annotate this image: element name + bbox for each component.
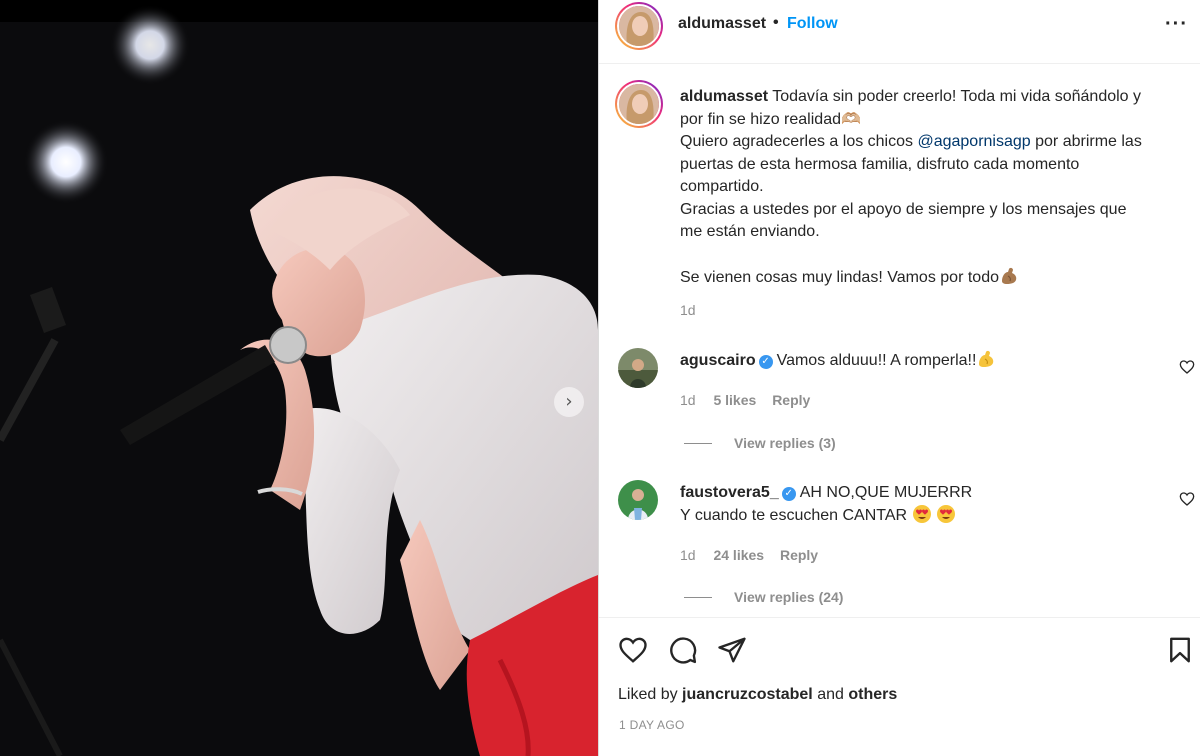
bookmark-icon[interactable] [1165, 635, 1195, 665]
header-avatar[interactable] [615, 2, 663, 50]
comment-body: AH NO,QUE MUJERRR [799, 484, 973, 501]
caption-line-7: me están enviando. [680, 223, 820, 240]
caption-mention-link[interactable]: @agapornisagp [917, 133, 1030, 150]
view-replies-label: View replies (24) [734, 589, 844, 605]
comment-meta: 1d 24 likes Reply [680, 547, 818, 563]
photo-image [0, 5, 598, 756]
send-icon[interactable] [717, 635, 747, 665]
comment-like-heart-icon[interactable] [1179, 359, 1195, 375]
caption-line-2: por fin se hizo realidad🫶🏼 [680, 110, 861, 128]
caption-line-4: puertas de esta hermosa familia, disfrut… [680, 155, 1080, 173]
view-replies-button[interactable]: View replies (24) [684, 589, 843, 605]
comment-meta: 1d 5 likes Reply [680, 392, 810, 408]
next-photo-button[interactable]: › [554, 387, 584, 417]
caption-text: aldumasset Todavía sin poder creerlo! To… [680, 86, 1180, 290]
header-separator: • [773, 14, 779, 31]
post-header: aldumasset • Follow ··· [599, 0, 1200, 64]
caption-line-blank [680, 244, 1180, 267]
view-replies-label: View replies (3) [734, 435, 836, 451]
comment-avatar[interactable] [618, 348, 658, 388]
liked-by-others-link[interactable]: others [848, 686, 897, 703]
caption-line-6: Gracias a ustedes por el apoyo de siempr… [680, 200, 1127, 218]
caption-avatar[interactable] [615, 80, 663, 128]
comment-username[interactable]: faustovera5_ [680, 484, 779, 501]
comment-time[interactable]: 1d [680, 392, 696, 408]
caption-mention-prefix: Quiero agradecerles a los chicos [680, 133, 918, 150]
verified-badge-icon: ✓ [781, 487, 796, 501]
chevron-right-icon: › [565, 391, 573, 412]
liked-by-line: Liked by juancruzcostabel and others [618, 686, 897, 704]
verified-badge-icon: ✓ [758, 355, 773, 369]
comment-icon[interactable] [668, 635, 698, 665]
comment-likes[interactable]: 5 likes [713, 392, 756, 408]
caption-timestamp[interactable]: 1d [680, 302, 696, 318]
comment-body-line-2: Y cuando te escuchen CANTAR [680, 507, 908, 524]
heart-eyes-emoji-icon [912, 505, 931, 523]
comment-avatar[interactable] [618, 480, 658, 520]
caption-line-5: compartido. [680, 178, 764, 195]
liked-by-prefix: Liked by [618, 686, 683, 703]
flexed-biceps-icon [979, 350, 994, 367]
comment-username[interactable]: aguscairo [680, 352, 756, 369]
replies-divider [684, 596, 712, 598]
liked-by-and: and [812, 686, 849, 703]
heart-eyes-emoji-icon [937, 505, 955, 523]
flexed-biceps-icon [1001, 267, 1017, 284]
follow-button[interactable]: Follow [787, 15, 838, 33]
comment-body: Vamos alduuu!! A romperla!! [776, 352, 977, 369]
caption-mention-suffix: por abrirme las [1030, 133, 1142, 150]
replies-divider [684, 442, 712, 444]
comment-text: faustovera5_ ✓ AH NO,QUE MUJERRR Y cuando … [680, 481, 972, 527]
more-options-icon[interactable]: ··· [1165, 13, 1188, 36]
heart-icon[interactable] [618, 635, 648, 665]
comment-time[interactable]: 1d [680, 547, 696, 563]
header-username[interactable]: aldumasset [678, 15, 766, 33]
caption-line-1: Todavía sin poder creerlo! Toda mi vida … [772, 88, 1142, 105]
comment-text: aguscairo ✓ Vamos alduuu!! A romperla!! [680, 349, 996, 372]
view-replies-button[interactable]: View replies (3) [684, 435, 836, 451]
caption-username[interactable]: aldumasset [680, 88, 768, 105]
caption-line-9: Se vienen cosas muy lindas! Vamos por to… [680, 269, 999, 286]
liked-by-user-link[interactable]: juancruzcostabel [682, 686, 813, 703]
comment-likes[interactable]: 24 likes [713, 547, 764, 563]
post-photo[interactable]: › [0, 0, 598, 756]
comment-reply-button[interactable]: Reply [780, 547, 818, 563]
post-timestamp[interactable]: 1 DAY AGO [619, 718, 685, 732]
comment-reply-button[interactable]: Reply [772, 392, 810, 408]
comment-like-heart-icon[interactable] [1179, 491, 1195, 507]
post-side-panel: aldumasset • Follow ··· aldumasset Todav… [599, 0, 1200, 756]
